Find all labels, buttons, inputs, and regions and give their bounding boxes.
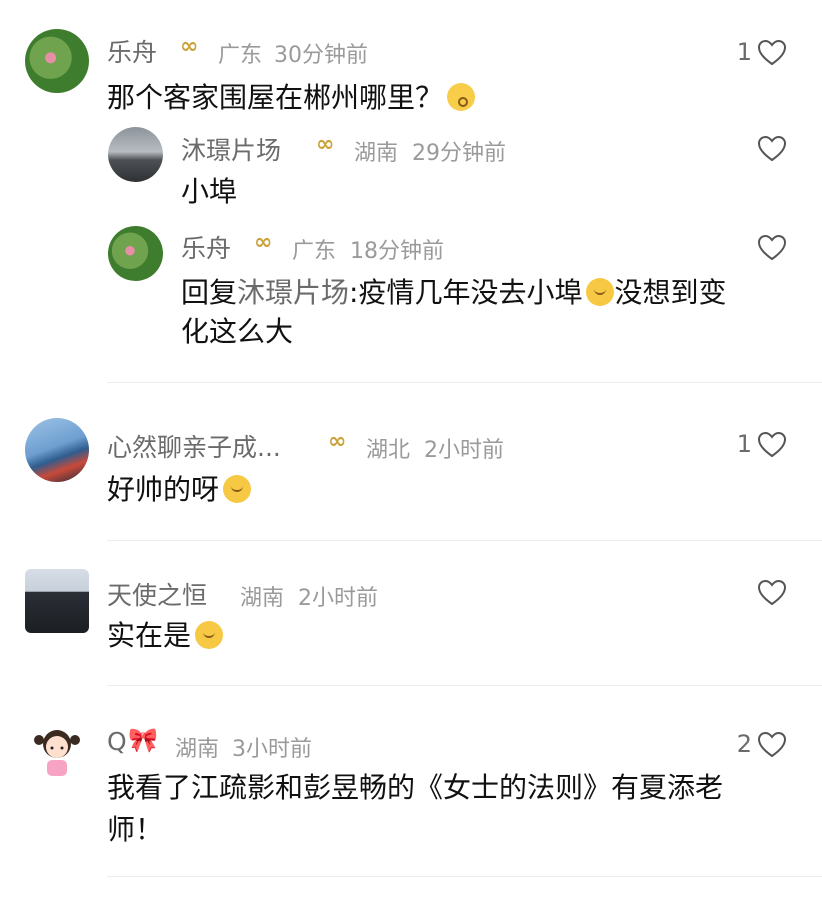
emoji-icon <box>586 278 615 306</box>
heart-outline-icon[interactable] <box>758 40 786 66</box>
infinity-badge-icon: ∞ <box>180 34 199 59</box>
reply-target-link[interactable]: 沐璟片场 <box>237 276 349 309</box>
avatar[interactable] <box>108 226 163 281</box>
comment-time: 2小时前 <box>298 586 378 611</box>
comment-region: 湖南 <box>175 737 220 762</box>
comment-text-line: 师！ <box>107 813 164 846</box>
like-count: 2 <box>736 730 752 758</box>
comment-text-line: 化这么大 <box>181 315 294 348</box>
comment-time: 30分钟前 <box>274 43 368 68</box>
divider <box>107 876 822 877</box>
commenter-name[interactable]: 乐舟 <box>107 33 157 69</box>
comment-text: 我看了江疏影和彭昱畅的《女士的法则》有夏添老 <box>107 771 724 804</box>
comment-text: 好帅的呀 <box>107 472 252 508</box>
commenter-name[interactable]: Q <box>107 727 127 756</box>
emoji-icon <box>195 621 224 649</box>
comment-time: 3小时前 <box>232 737 312 762</box>
emoji-icon <box>223 475 252 503</box>
bow-icon: 🎀 <box>128 726 158 754</box>
comment-text-content: 那个客家围屋在郴州哪里？ <box>107 81 444 114</box>
comment-time: 2小时前 <box>424 438 504 463</box>
emoji-icon <box>447 83 476 111</box>
comment-text: 小埠 <box>181 175 238 208</box>
avatar[interactable] <box>25 718 89 782</box>
divider <box>107 540 822 541</box>
comment-text-content: 好帅的呀 <box>107 473 220 506</box>
heart-outline-icon[interactable] <box>758 732 786 758</box>
heart-outline-icon[interactable] <box>758 580 786 606</box>
girl-avatar-icon <box>34 730 80 776</box>
divider <box>107 685 822 686</box>
comment-text: 回复沐璟片场:疫情几年没去小埠 没想到变 <box>181 275 801 311</box>
avatar[interactable] <box>108 127 163 182</box>
comment-region: 湖南 <box>240 586 285 611</box>
comment-text: 实在是 <box>107 618 224 654</box>
comment-text: 那个客家围屋在郴州哪里？ <box>107 80 476 116</box>
like-count: 1 <box>736 38 752 66</box>
comment-region: 湖南 <box>354 141 399 166</box>
heart-outline-icon[interactable] <box>758 432 786 458</box>
commenter-name[interactable]: 沐璟片场 <box>181 131 281 167</box>
commenter-name[interactable]: 乐舟 <box>181 229 231 265</box>
avatar[interactable] <box>25 29 89 93</box>
divider <box>107 382 822 383</box>
infinity-badge-icon: ∞ <box>316 132 335 157</box>
comment-text-content: 实在是 <box>107 619 192 652</box>
avatar[interactable] <box>25 418 89 482</box>
heart-outline-icon[interactable] <box>758 235 786 261</box>
commenter-name[interactable]: 天使之恒 <box>107 576 207 612</box>
reply-text-a: :疫情几年没去小埠 <box>349 276 583 309</box>
comment-region: 广东 <box>292 239 337 264</box>
avatar[interactable] <box>25 569 89 633</box>
heart-outline-icon[interactable] <box>758 136 786 162</box>
like-count: 1 <box>736 430 752 458</box>
comment-time: 18分钟前 <box>350 239 444 264</box>
comment-region: 广东 <box>218 43 263 68</box>
comment-time: 29分钟前 <box>412 141 506 166</box>
reply-text-b: 没想到变 <box>614 276 727 309</box>
commenter-name[interactable]: 心然聊亲子成... <box>107 428 281 464</box>
infinity-badge-icon: ∞ <box>254 230 273 255</box>
infinity-badge-icon: ∞ <box>328 429 347 454</box>
comment-region: 湖北 <box>366 438 411 463</box>
reply-prefix: 回复 <box>181 276 238 309</box>
